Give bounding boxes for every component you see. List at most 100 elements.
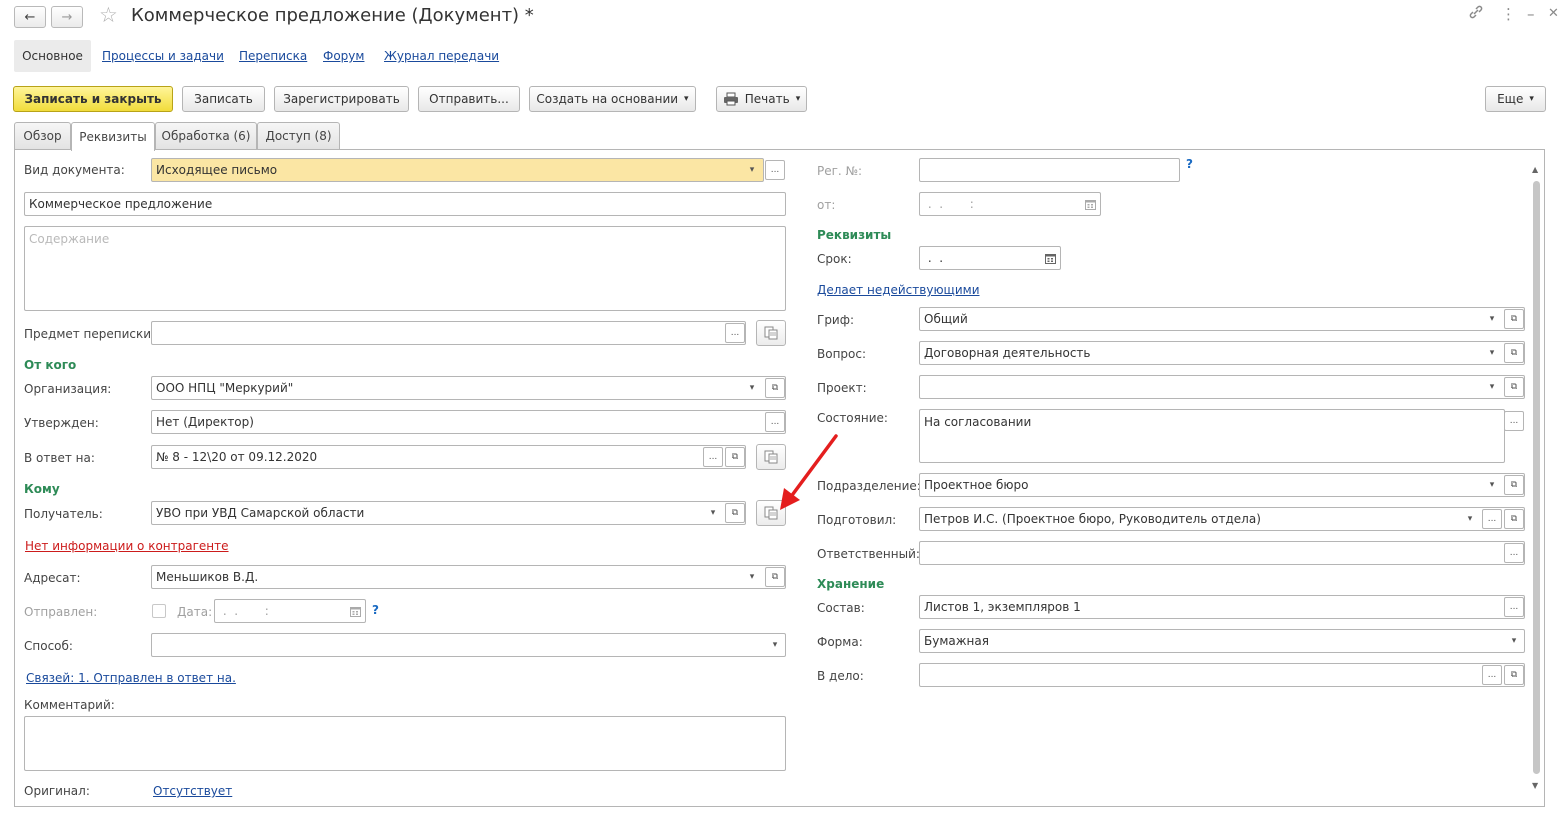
open-icon[interactable]: ⧉: [1504, 377, 1524, 397]
more-button[interactable]: Еще ▾: [1485, 86, 1546, 112]
dropdown-icon[interactable]: ▾: [1482, 475, 1502, 495]
invalidates-link[interactable]: Делает недействующими: [817, 283, 980, 297]
question-field[interactable]: Договорная деятельность: [919, 341, 1525, 365]
navtab-main[interactable]: Основное: [14, 40, 91, 72]
select-button[interactable]: ...: [703, 447, 723, 467]
select-button[interactable]: ...: [1504, 543, 1524, 563]
open-icon[interactable]: ⧉: [1504, 343, 1524, 363]
save-and-close-button[interactable]: Записать и закрыть: [13, 86, 173, 112]
original-label: Оригинал:: [24, 784, 90, 798]
organization-field[interactable]: ООО НПЦ "Меркурий": [151, 376, 786, 400]
case-field[interactable]: [919, 663, 1525, 687]
sent-checkbox[interactable]: [152, 604, 166, 618]
recipient-field[interactable]: УВО при УВД Самарской области: [151, 501, 746, 525]
sent-date-field[interactable]: . . :: [214, 599, 366, 623]
dropdown-icon[interactable]: ▾: [1482, 377, 1502, 397]
dropdown-icon[interactable]: ▾: [742, 160, 762, 180]
responsible-field[interactable]: [919, 541, 1525, 565]
content-field[interactable]: Содержание: [24, 226, 786, 311]
open-icon[interactable]: ⧉: [765, 567, 785, 587]
doc-type-field[interactable]: Исходящее письмо: [151, 158, 764, 182]
addressee-field[interactable]: Меньшиков В.Д.: [151, 565, 786, 589]
open-icon[interactable]: ⧉: [1504, 309, 1524, 329]
open-icon[interactable]: ⧉: [725, 503, 745, 523]
subject-field[interactable]: [151, 321, 746, 345]
reg-date-field[interactable]: . . :: [919, 192, 1101, 216]
form-field[interactable]: Бумажная: [919, 629, 1525, 653]
dropdown-icon[interactable]: ▾: [1482, 309, 1502, 329]
open-icon[interactable]: ⧉: [1504, 509, 1524, 529]
calendar-grid-icon: [1044, 253, 1056, 264]
more-menu-icon[interactable]: ⋮: [1501, 5, 1516, 23]
link-icon[interactable]: [1468, 4, 1484, 24]
division-field[interactable]: Проектное бюро: [919, 473, 1525, 497]
links-link[interactable]: Связей: 1. Отправлен в ответ на.: [26, 671, 236, 685]
calendar-icon[interactable]: [1080, 194, 1100, 214]
select-button[interactable]: ...: [1482, 509, 1502, 529]
save-button[interactable]: Записать: [182, 86, 265, 112]
forward-button[interactable]: →: [51, 6, 83, 28]
select-button[interactable]: ...: [725, 323, 745, 343]
open-icon[interactable]: ⧉: [1504, 475, 1524, 495]
approved-field[interactable]: Нет (Директор): [151, 410, 786, 434]
select-button[interactable]: ...: [765, 412, 785, 432]
minimize-icon[interactable]: –: [1527, 5, 1535, 23]
navtab-forum[interactable]: Форум: [323, 49, 364, 63]
prepared-field[interactable]: Петров И.С. (Проектное бюро, Руководител…: [919, 507, 1525, 531]
close-icon[interactable]: ✕: [1548, 6, 1559, 21]
reply-to-label: В ответ на:: [24, 451, 95, 465]
send-button[interactable]: Отправить...: [418, 86, 520, 112]
open-icon[interactable]: ⧉: [1504, 665, 1524, 685]
tab-requisites[interactable]: Реквизиты: [71, 122, 155, 151]
dropdown-icon[interactable]: ▾: [1504, 631, 1524, 651]
select-button[interactable]: ...: [765, 160, 785, 180]
original-link[interactable]: Отсутствует: [153, 784, 232, 798]
scroll-up-icon[interactable]: ▲: [1532, 165, 1538, 174]
tab-overview[interactable]: Обзор: [14, 122, 71, 149]
reg-no-field[interactable]: [919, 158, 1180, 182]
help-icon[interactable]: ?: [1186, 157, 1193, 171]
navtab-processes[interactable]: Процессы и задачи: [102, 49, 224, 63]
select-button[interactable]: ...: [1482, 665, 1502, 685]
addressee-label: Адресат:: [24, 571, 81, 585]
project-field[interactable]: [919, 375, 1525, 399]
tab-access[interactable]: Доступ (8): [257, 122, 340, 149]
star-icon[interactable]: ☆: [99, 3, 118, 27]
no-counterparty-info-link[interactable]: Нет информации о контрагенте: [25, 539, 229, 553]
select-button[interactable]: ...: [1504, 597, 1524, 617]
method-field[interactable]: [151, 633, 786, 657]
dropdown-icon[interactable]: ▾: [742, 567, 762, 587]
print-button[interactable]: Печать ▾: [716, 86, 807, 112]
navtab-correspondence[interactable]: Переписка: [239, 49, 307, 63]
scroll-down-icon[interactable]: ▼: [1532, 781, 1538, 790]
project-label: Проект:: [817, 381, 867, 395]
copy-subject-button[interactable]: [756, 320, 786, 346]
calendar-icon[interactable]: [1040, 248, 1060, 268]
reg-date-label: от:: [817, 198, 836, 212]
reg-no-label: Рег. №:: [817, 164, 863, 178]
reply-to-field[interactable]: № 8 - 12\20 от 09.12.2020: [151, 445, 746, 469]
sent-label: Отправлен:: [24, 605, 98, 619]
scrollbar-thumb[interactable]: [1533, 181, 1540, 774]
open-icon[interactable]: ⧉: [765, 378, 785, 398]
navtab-transfer-log[interactable]: Журнал передачи: [384, 49, 499, 63]
back-button[interactable]: ←: [14, 6, 46, 28]
help-icon[interactable]: ?: [372, 603, 379, 617]
register-button[interactable]: Зарегистрировать: [274, 86, 409, 112]
select-button[interactable]: ...: [1504, 411, 1524, 431]
dropdown-icon[interactable]: ▾: [742, 378, 762, 398]
tab-processing[interactable]: Обработка (6): [155, 122, 257, 149]
comment-field[interactable]: [24, 716, 786, 771]
responsible-label: Ответственный:: [817, 547, 920, 561]
dropdown-icon[interactable]: ▾: [1482, 343, 1502, 363]
dropdown-icon[interactable]: ▾: [1460, 509, 1480, 529]
dropdown-icon[interactable]: ▾: [703, 503, 723, 523]
state-field[interactable]: На согласовании: [919, 409, 1505, 463]
composition-field[interactable]: Листов 1, экземпляров 1: [919, 595, 1525, 619]
open-icon[interactable]: ⧉: [725, 447, 745, 467]
title-field[interactable]: Коммерческое предложение: [24, 192, 786, 216]
grif-field[interactable]: Общий: [919, 307, 1525, 331]
create-based-button[interactable]: Создать на основании ▾: [529, 86, 696, 112]
dropdown-icon[interactable]: ▾: [765, 635, 785, 655]
calendar-icon[interactable]: [345, 601, 365, 621]
